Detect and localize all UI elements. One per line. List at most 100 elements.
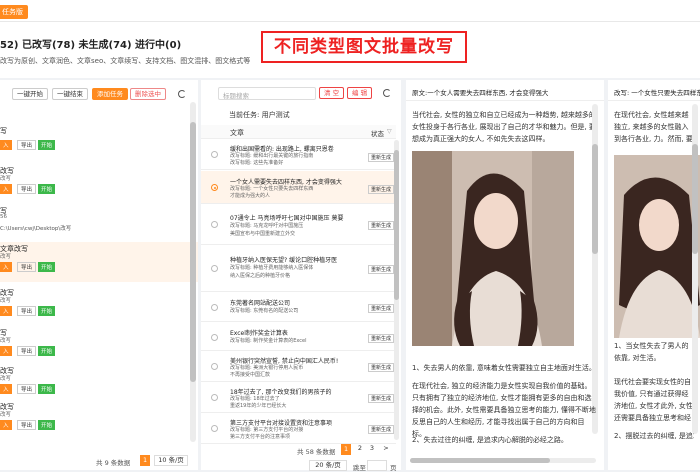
task-row[interactable]: 改写 改写 入 导出 开始 [0,164,198,204]
export-button[interactable]: 导出 [17,346,37,356]
start-button[interactable]: 开始 [38,306,56,316]
article-radio[interactable] [211,334,218,341]
article-radio[interactable] [211,184,218,191]
regenerate-button[interactable]: 重新生成 [368,265,395,274]
column-article: 文章 [230,129,244,137]
task-row[interactable]: 改写 改写 入 导出 开始 [0,400,198,440]
start-button[interactable]: 开始 [38,346,56,356]
start-all-button[interactable]: 一键开始 [12,88,48,100]
article-rewrite-title: 改写标题: 这些先准备好 [230,160,284,166]
rewrite-scrollbar[interactable] [692,104,698,434]
article-rewrite-title: 重返19年的少年已经长大 [230,403,287,409]
scrollbar-thumb[interactable] [190,122,196,382]
edit-button[interactable]: 编 辑 [347,87,373,99]
page-1-button[interactable]: 1 [341,444,352,455]
refresh-icon[interactable] [383,89,391,97]
task-title: 写 [0,127,7,135]
article-row[interactable]: 07通令上 马亮场呼吁七国对中国施压 莫要 改写标题: 马克龙呼吁对中国施压 美… [201,205,396,245]
article-row[interactable]: 第三方支付平台对接设置资和注意事项 改写标题: 第三方支付平台的对接 第三方支付… [201,414,396,444]
page-size-select[interactable]: 10 条/页 [154,455,188,466]
article-radio[interactable] [211,394,218,401]
regenerate-button[interactable]: 重新生成 [368,304,395,313]
regenerate-button[interactable]: 重新生成 [368,425,395,434]
rewrite-caption: 1、当女性失去了男人的依靠, 对生活。 [614,342,689,362]
article-radio[interactable] [211,363,218,370]
article-row-selected[interactable]: 一个女人需要失去四样东西, 才会变得强大 改写标题: 一个女性只要失去四样东西 … [201,171,396,204]
search-input[interactable]: 标题搜索 [218,87,316,100]
regenerate-button[interactable]: 重新生成 [368,221,395,230]
start-button[interactable]: 开始 [38,184,56,194]
export-button[interactable]: 导出 [17,420,37,430]
export-button[interactable]: 导出 [17,184,37,194]
task-list-scrollbar[interactable] [190,102,196,442]
export-button[interactable]: 导出 [17,306,37,316]
task-row-selected[interactable]: 文章改写 改写 入 导出 开始 [0,242,198,282]
article-rewrite-title: 改写标题: 种植牙费用能够纳入医保体 [230,265,314,271]
export-button[interactable]: 导出 [17,140,37,150]
export-button[interactable]: 导出 [17,384,37,394]
page-size-select[interactable]: 20 条/页 [309,460,347,471]
end-all-button[interactable]: 一键结束 [52,88,88,100]
task-row[interactable]: 写 改写 入 导出 开始 [0,326,198,366]
article-rewrite-title: 改写标题: 一个女性只要失去四样东西 [230,186,314,192]
article-row[interactable]: 东莞著名网站配送公司 改写标题: 东莞有名的配送公司 重新生成 [201,293,396,322]
scrollbar-thumb[interactable] [592,144,598,254]
task-stats: 52) 已改写(78) 未生成(74) 进行中(0) [0,40,182,51]
regenerate-button[interactable]: 重新生成 [368,363,395,372]
add-task-button[interactable]: 添加任务 [92,88,128,100]
article-panel: 标题搜索 清 空 编 辑 当前任务: 用户测试 文章 状态 ▽ 缓和出国需看的:… [201,80,401,472]
page-3-button[interactable]: 3 [367,444,377,455]
regenerate-button[interactable]: 重新生成 [368,334,395,343]
export-button[interactable]: 导出 [17,262,37,272]
task-row[interactable]: 改写 改写 入 导出 开始 [0,286,198,326]
article-row[interactable]: Excel制作奖金计算表 改写标题: 制作奖金计算表的Excel 重新生成 [201,323,396,351]
article-list-scrollbar[interactable] [394,140,399,440]
article-row[interactable]: 18年过去了, 那个改变我们的男孩子的 改写标题: 18年过去了 重返19年的少… [201,383,396,413]
next-page-button[interactable]: > [381,444,391,455]
start-button[interactable]: 开始 [38,140,56,150]
delete-selected-button[interactable]: 删除选中 [130,88,166,100]
original-horizontal-scrollbar[interactable] [410,458,596,463]
article-radio[interactable] [211,425,218,432]
page-2-button[interactable]: 2 [355,444,365,455]
article-title: 07通令上 马亮场呼吁七国对中国施压 莫要 [230,215,344,222]
refresh-icon[interactable] [178,90,186,98]
start-button[interactable]: 开始 [38,384,56,394]
article-photo [412,151,574,346]
import-button[interactable]: 入 [0,384,12,394]
task-type: 改写 [0,338,12,344]
scrollbar-thumb[interactable] [692,144,698,254]
page-1-button[interactable]: 1 [140,455,151,466]
article-row[interactable]: 美州银行突然宣誓, 禁止向中国汇人民币! 改写标题: 美洲大银行停用人民币 不再… [201,352,396,382]
scrollbar-thumb[interactable] [410,458,550,463]
goto-page-input[interactable] [367,460,387,471]
article-row[interactable]: 种植牙纳入医保无望? 缓论口腔种植牙医 改写标题: 种植牙费用能够纳入医保体 纳… [201,246,396,292]
original-caption: 1、失去男人的依靠, 意味着女性需要独立自主地面对生活。 [412,364,596,372]
task-type: 改写 [0,254,12,260]
import-button[interactable]: 入 [0,262,12,272]
regenerate-button[interactable]: 重新生成 [368,153,395,162]
regenerate-button[interactable]: 重新生成 [368,394,395,403]
import-button[interactable]: 入 [0,184,12,194]
article-radio[interactable] [211,221,218,228]
clear-button[interactable]: 清 空 [319,87,345,99]
task-row[interactable]: 写 56 C:\Users\cwj\Desktop\改写 [0,204,198,244]
task-type: 改写 [0,412,12,418]
scrollbar-thumb[interactable] [394,150,399,300]
start-button[interactable]: 开始 [38,420,56,430]
task-tag[interactable]: 任务版 [0,5,28,19]
import-button[interactable]: 入 [0,140,12,150]
import-button[interactable]: 入 [0,306,12,316]
article-row[interactable]: 缓和出国需看的: 出现路上, 螺离只恩卷 改写标题: 缓和出行最关键的旅行指南 … [201,140,396,170]
regenerate-button[interactable]: 重新生成 [368,185,395,194]
import-button[interactable]: 入 [0,346,12,356]
task-row[interactable]: 改写 改写 入 导出 开始 [0,364,198,404]
import-button[interactable]: 入 [0,420,12,430]
article-rewrite-title: 美国宣布与中国重新建立外交 [230,231,296,237]
article-radio[interactable] [211,151,218,158]
article-radio[interactable] [211,304,218,311]
filter-icon[interactable]: ▽ [387,128,392,135]
task-row[interactable]: 写 入 导出 开始 [0,124,198,164]
start-button[interactable]: 开始 [38,262,56,272]
article-radio[interactable] [211,265,218,272]
